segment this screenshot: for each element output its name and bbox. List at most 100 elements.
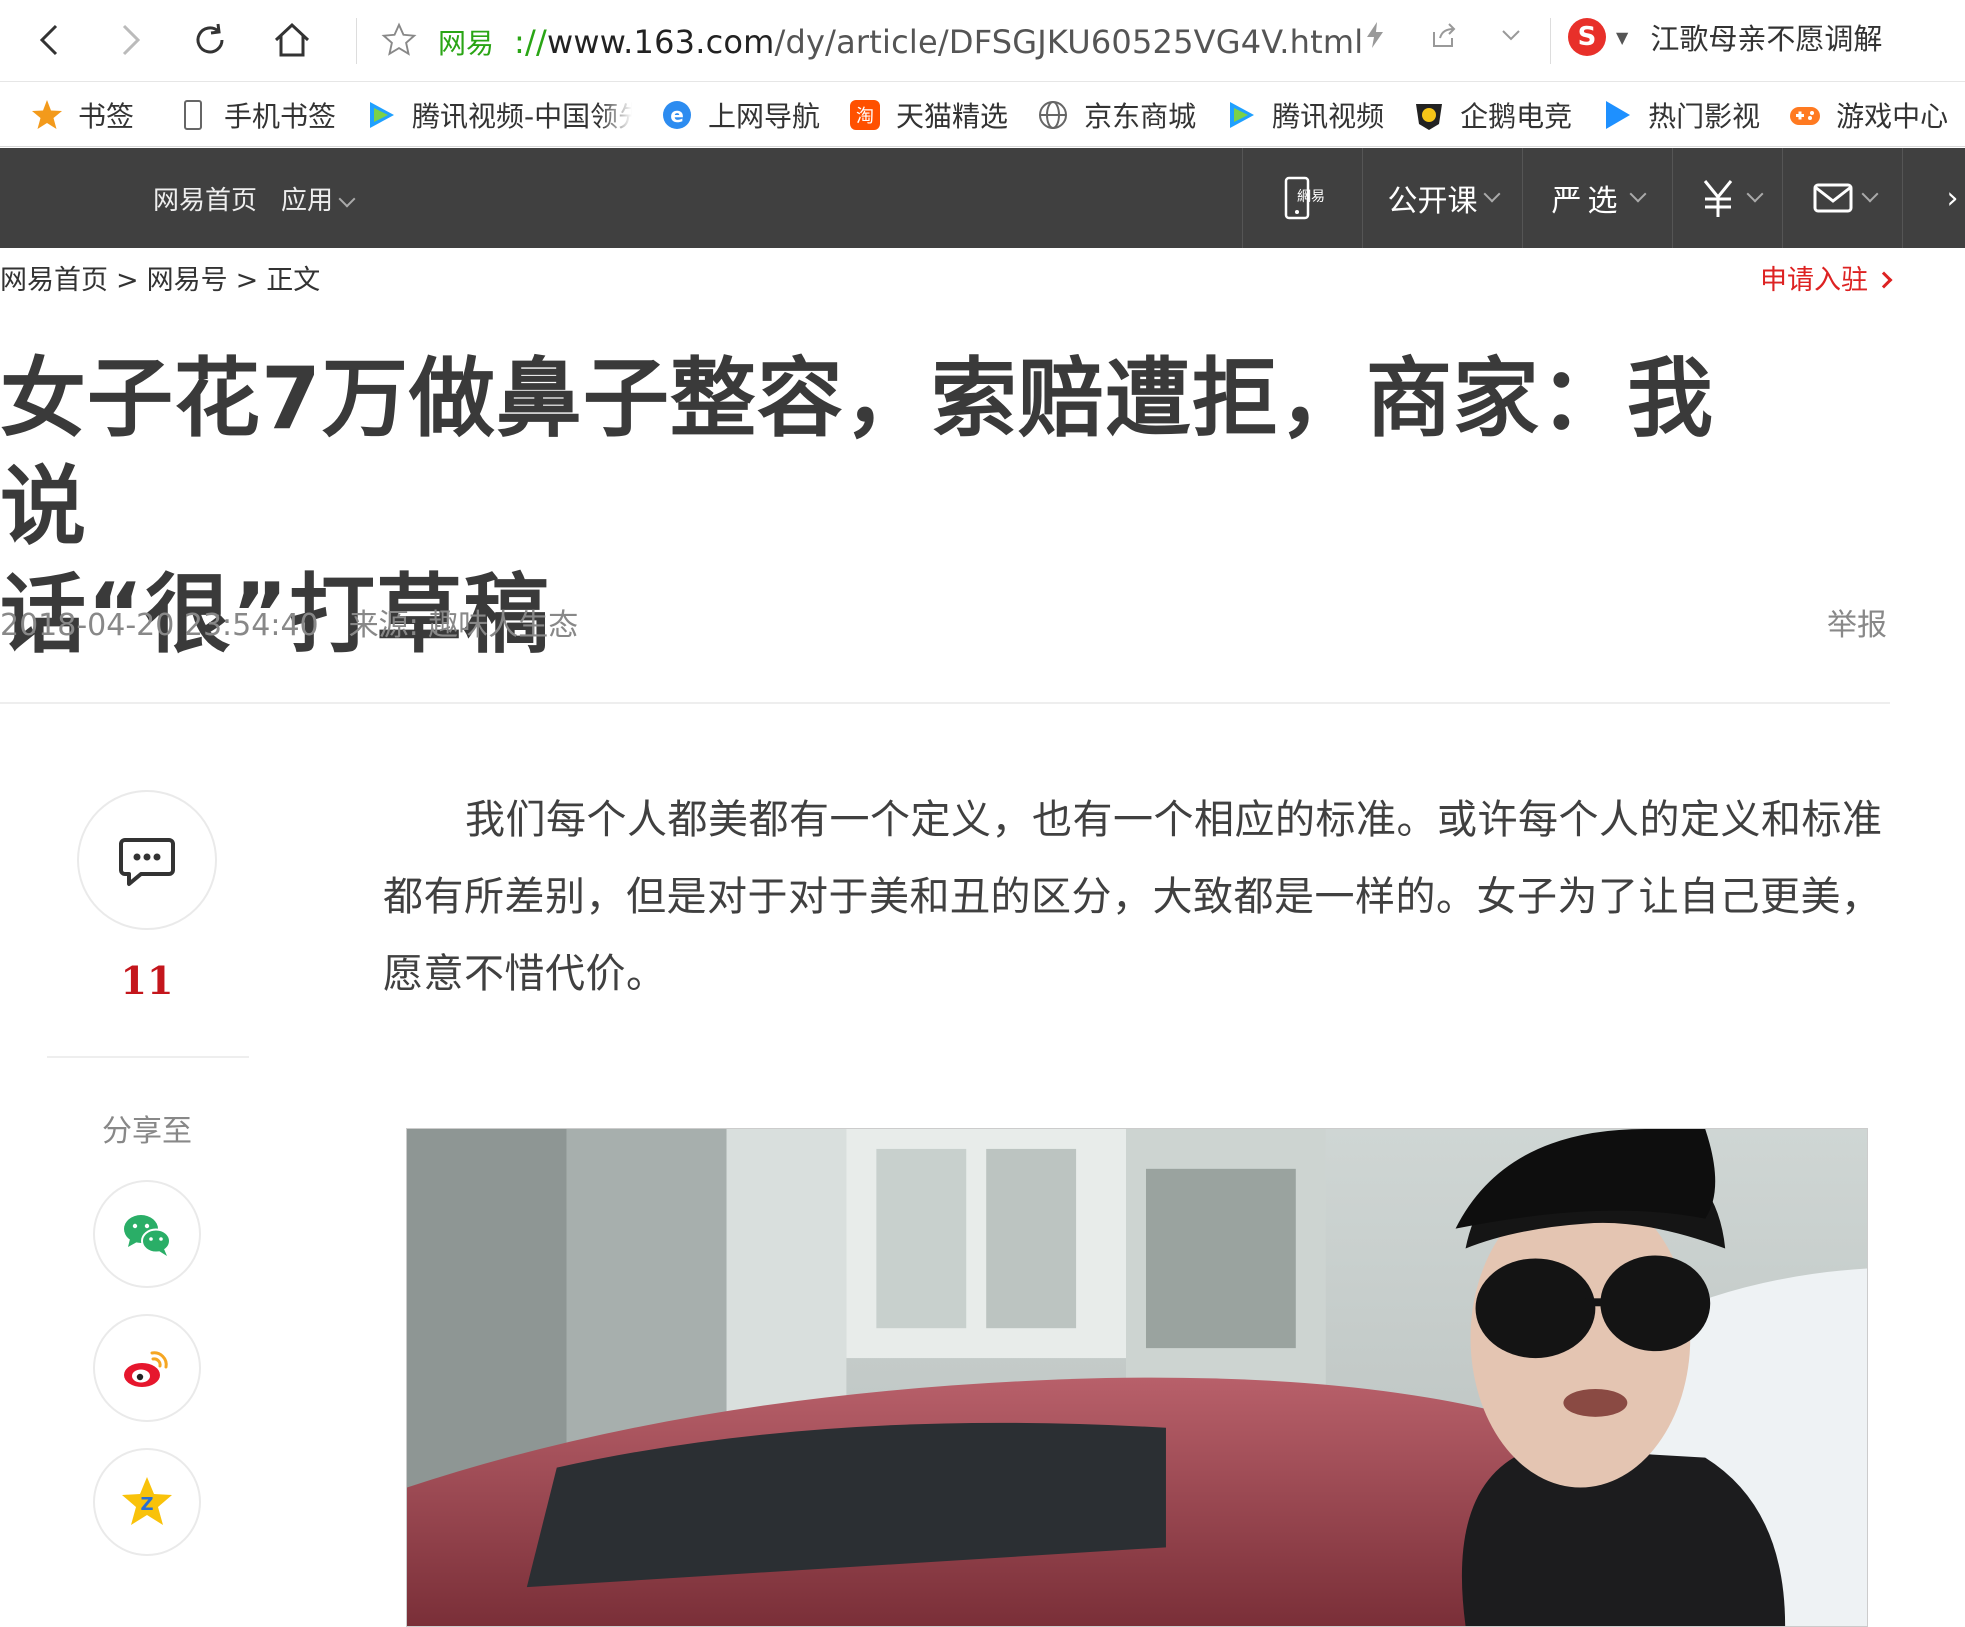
bookmark-label: 腾讯视频 xyxy=(1272,99,1385,133)
bookmark-item[interactable]: 淘 天猫精选 xyxy=(848,95,1008,135)
breadcrumb-separator: > xyxy=(235,265,259,296)
share-weibo-button[interactable] xyxy=(93,1314,201,1422)
share-qzone-button[interactable]: Z xyxy=(93,1448,201,1556)
nav-home-link[interactable]: 网易首页 xyxy=(153,180,257,217)
search-box[interactable]: S ▼ 江歌母亲不愿调解 xyxy=(1568,16,1882,58)
bookmarks-label: 书签 xyxy=(78,99,135,133)
comment-bubble-icon xyxy=(119,838,175,886)
breadcrumb-current: 正文 xyxy=(266,265,321,296)
phone-icon xyxy=(176,98,210,132)
ie-icon: e xyxy=(660,98,694,132)
bookmark-label: 企鹅电竞 xyxy=(1460,99,1573,133)
reload-icon xyxy=(196,23,224,54)
rail-divider xyxy=(47,1056,249,1058)
bookmark-star-button[interactable] xyxy=(380,21,418,63)
svg-text:Z: Z xyxy=(140,1494,153,1515)
share-page-icon[interactable] xyxy=(1428,20,1458,50)
bookmark-item[interactable]: 京东商城 xyxy=(1036,95,1196,135)
report-link[interactable]: 举报 xyxy=(1827,600,1887,644)
article-source[interactable]: 来源: 趣味人生态 xyxy=(349,608,579,643)
comment-count[interactable]: 11 xyxy=(77,958,217,1003)
reload-button[interactable] xyxy=(180,10,240,70)
wechat-icon xyxy=(124,1215,171,1256)
bookmark-item[interactable]: e 上网导航 xyxy=(660,95,820,135)
lightning-icon[interactable] xyxy=(1360,20,1390,50)
bookmark-label: 腾讯视频-中国领先 xyxy=(412,99,633,133)
tencent-video-icon xyxy=(1224,98,1258,132)
gamepad-icon xyxy=(1788,98,1822,132)
globe-icon xyxy=(1036,98,1070,132)
chevron-right-icon xyxy=(1875,271,1893,289)
nav-more-icon: › xyxy=(1946,180,1959,216)
back-button[interactable] xyxy=(20,10,80,70)
address-tools xyxy=(1360,20,1526,50)
apply-join-link[interactable]: 申请入驻 xyxy=(1760,258,1893,297)
bookmark-item[interactable]: 腾讯视频 xyxy=(1224,95,1384,135)
home-icon xyxy=(274,22,310,57)
bookmark-item[interactable]: 腾讯视频-中国领先 xyxy=(364,95,632,135)
sogou-search-icon[interactable]: S xyxy=(1568,18,1606,56)
chevron-down-icon xyxy=(1629,185,1646,203)
chevron-down-icon xyxy=(1746,185,1763,203)
comment-button[interactable] xyxy=(77,790,217,930)
header-divider xyxy=(0,702,1890,704)
bookmark-item[interactable]: 热门影视 xyxy=(1600,95,1760,135)
breadcrumb-section[interactable]: 网易号 xyxy=(147,265,228,296)
site-nav-bar: 网易首页 应用 網易 公开课 严选 › xyxy=(0,148,1965,248)
qzone-star-icon: Z xyxy=(122,1477,172,1525)
nav-open-course-menu[interactable]: 公开课 xyxy=(1362,148,1522,248)
url-path: /dy/article/DFSGJKU60525VG4V.html xyxy=(774,23,1364,61)
nav-apps-label: 应用 xyxy=(281,185,334,216)
nav-finance-menu[interactable] xyxy=(1672,148,1782,248)
nav-mail-menu[interactable] xyxy=(1782,148,1902,248)
bookmark-label: 游戏中心 xyxy=(1836,99,1949,133)
esports-icon xyxy=(1412,98,1446,132)
browser-toolbar: 网易 ://www.163.com/dy/article/DFSGJKU6052… xyxy=(0,0,1965,82)
bookmark-item[interactable]: 手机书签 xyxy=(176,95,336,135)
yuan-icon xyxy=(1703,180,1732,217)
breadcrumb-home[interactable]: 网易首页 xyxy=(0,265,108,296)
search-engine-caret-icon[interactable]: ▼ xyxy=(1616,28,1628,47)
bookmarks-menu[interactable]: 书签 xyxy=(30,95,134,135)
article-paragraph: 我们每个人都美都有一个定义，也有一个相应的标准。或许每个人的定义和标准都有所差别… xyxy=(383,797,1883,997)
weibo-icon xyxy=(124,1351,168,1387)
nav-more-menu[interactable]: › xyxy=(1902,148,1965,248)
bookmark-label: 上网导航 xyxy=(708,99,821,133)
apply-join-label: 申请入驻 xyxy=(1760,265,1868,296)
mobile-netease-icon: 網易 xyxy=(1284,176,1325,220)
chevron-down-icon[interactable] xyxy=(1496,20,1526,50)
forward-arrow-icon xyxy=(122,24,141,56)
url-text[interactable]: ://www.163.com/dy/article/DFSGJKU60525VG… xyxy=(514,23,1363,61)
toolbar-separator xyxy=(1550,18,1551,64)
taobao-icon: 淘 xyxy=(848,98,882,132)
play-icon xyxy=(1600,98,1634,132)
bookmark-label: 天猫精选 xyxy=(896,99,1009,133)
nav-yanxuan-menu[interactable]: 严选 xyxy=(1522,148,1672,248)
article-photo xyxy=(406,1128,1868,1627)
hot-search-text[interactable]: 江歌母亲不愿调解 xyxy=(1650,16,1882,58)
forward-button[interactable] xyxy=(100,10,160,70)
mail-icon xyxy=(1813,183,1852,213)
breadcrumb: 网易首页 > 网易号 > 正文 xyxy=(0,258,320,297)
nav-apps-menu[interactable]: 应用 xyxy=(281,180,356,217)
star-filled-icon xyxy=(30,98,64,132)
bookmark-item[interactable]: 企鹅电竞 xyxy=(1412,95,1572,135)
bookmark-item[interactable]: 游戏中心 xyxy=(1788,95,1948,135)
share-label: 分享至 xyxy=(102,1114,192,1149)
svg-text:e: e xyxy=(670,103,684,127)
article-title-line1: 女子花7万做鼻子整容，索赔遭拒，商家：我说 xyxy=(0,349,1714,557)
chevron-down-icon xyxy=(1483,185,1500,203)
chevron-down-icon xyxy=(1861,185,1878,203)
url-host: www.163.com xyxy=(546,23,775,61)
article-photo-illustration xyxy=(407,1129,1867,1626)
address-bar[interactable]: 网易 ://www.163.com/dy/article/DFSGJKU6052… xyxy=(380,14,1520,70)
article-datetime: 2018-04-20 23:54:40 xyxy=(0,608,319,643)
home-button[interactable] xyxy=(262,10,322,70)
bookmark-label: 手机书签 xyxy=(224,99,337,133)
site-security-tag: 网易 xyxy=(438,27,495,60)
star-outline-icon xyxy=(381,22,417,56)
share-wechat-button[interactable] xyxy=(93,1180,201,1288)
nav-mobile-app[interactable]: 網易 xyxy=(1242,148,1362,248)
back-arrow-icon xyxy=(39,24,58,56)
breadcrumb-separator: > xyxy=(116,265,139,296)
